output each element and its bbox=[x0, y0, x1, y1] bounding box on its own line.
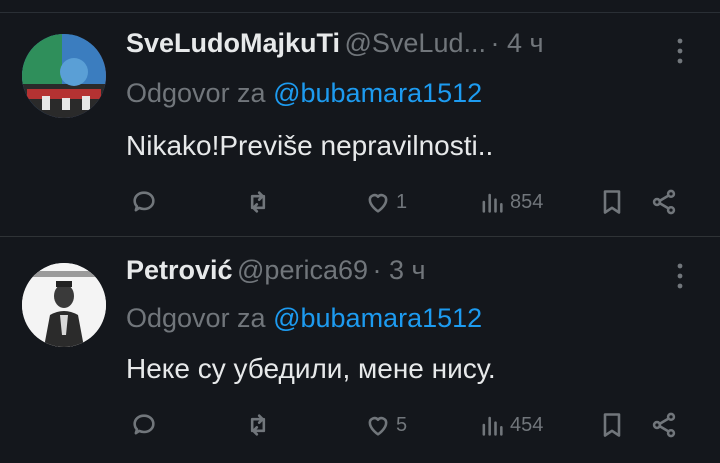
share-icon bbox=[652, 412, 676, 438]
avatar[interactable] bbox=[22, 263, 106, 347]
like-count: 1 bbox=[396, 190, 408, 213]
retweet-icon bbox=[250, 414, 266, 436]
reply-prefix: Odgovor za bbox=[126, 78, 266, 108]
tweet-text: Неке су убедили, мене нису. bbox=[126, 353, 496, 384]
like-count: 5 bbox=[396, 413, 408, 436]
reply-context: Odgovor za @bubamara1512 bbox=[126, 78, 482, 109]
share-button[interactable] bbox=[650, 188, 678, 216]
more-vertical-icon[interactable] bbox=[670, 36, 690, 73]
more-vertical-icon[interactable] bbox=[670, 261, 690, 298]
heart-icon bbox=[368, 193, 388, 213]
reply-icon bbox=[133, 414, 155, 435]
views-button[interactable]: 454 bbox=[478, 411, 543, 439]
timestamp[interactable]: · 3 ч bbox=[372, 255, 425, 285]
retweet-button[interactable] bbox=[244, 188, 272, 216]
like-button[interactable]: 1 bbox=[364, 188, 407, 216]
like-button[interactable]: 5 bbox=[364, 411, 407, 439]
avatar[interactable] bbox=[22, 34, 106, 118]
bookmark-button[interactable] bbox=[598, 411, 626, 439]
retweet-icon bbox=[250, 191, 266, 213]
action-bar: 1 854 bbox=[126, 188, 692, 222]
view-count: 454 bbox=[510, 413, 544, 436]
tweet[interactable]: SveLudoMajkuTi @SveLud... · 4 ч Odgovor … bbox=[0, 12, 720, 237]
tweet-text: Nikako!Previše nepravilnosti.. bbox=[126, 130, 494, 161]
action-bar: 5 454 bbox=[126, 411, 692, 445]
reply-button[interactable] bbox=[130, 188, 158, 216]
tweet-header: SveLudoMajkuTi @SveLud... · 4 ч bbox=[126, 28, 544, 59]
bookmark-icon bbox=[603, 413, 621, 437]
views-chart-icon bbox=[482, 416, 503, 436]
heart-icon bbox=[368, 416, 388, 436]
bookmark-icon bbox=[603, 190, 621, 214]
timestamp[interactable]: · 4 ч bbox=[490, 28, 543, 58]
reply-icon bbox=[133, 191, 155, 212]
tweet[interactable]: Petrović @perica69 · 3 ч Odgovor za @bub… bbox=[0, 237, 720, 463]
reply-button[interactable] bbox=[130, 411, 158, 439]
bookmark-button[interactable] bbox=[598, 188, 626, 216]
reply-context: Odgovor za @bubamara1512 bbox=[126, 303, 482, 334]
retweet-button[interactable] bbox=[244, 411, 272, 439]
display-name[interactable]: SveLudoMajkuTi bbox=[126, 28, 340, 58]
reply-mention-link[interactable]: @bubamara1512 bbox=[273, 303, 482, 333]
display-name[interactable]: Petrović bbox=[126, 255, 233, 285]
views-chart-icon bbox=[482, 193, 503, 213]
share-icon bbox=[652, 189, 676, 215]
share-button[interactable] bbox=[650, 411, 678, 439]
user-handle[interactable]: @SveLud... bbox=[345, 28, 487, 58]
tweet-header: Petrović @perica69 · 3 ч bbox=[126, 255, 426, 286]
user-handle[interactable]: @perica69 bbox=[237, 255, 368, 285]
view-count: 854 bbox=[510, 190, 544, 213]
reply-mention-link[interactable]: @bubamara1512 bbox=[273, 78, 482, 108]
reply-prefix: Odgovor za bbox=[126, 303, 266, 333]
views-button[interactable]: 854 bbox=[478, 188, 543, 216]
